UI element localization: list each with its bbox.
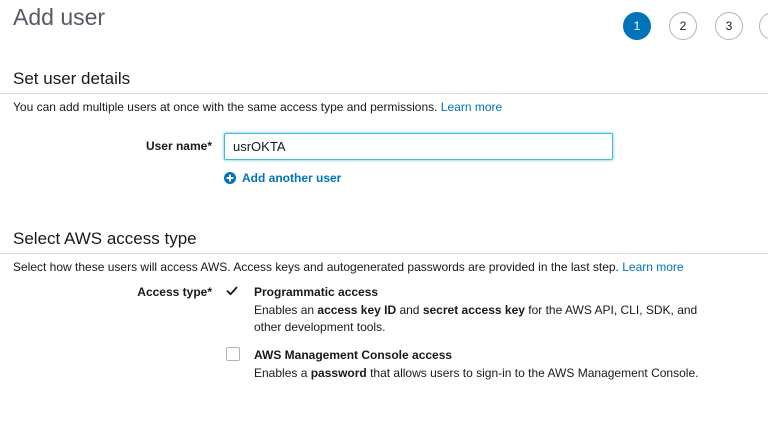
desc-text: that allows users to sign-in to the AWS … — [366, 366, 699, 380]
user-name-label: User name* — [145, 139, 212, 153]
desc-bold-access-key-id: access key ID — [317, 303, 397, 317]
access-type-description: Select how these users will access AWS. … — [13, 260, 684, 274]
programmatic-access-description: Enables an access key ID and secret acce… — [254, 302, 724, 336]
console-access-checkbox[interactable] — [226, 347, 240, 361]
programmatic-access-title: Programmatic access — [254, 285, 379, 299]
section-divider — [0, 253, 768, 254]
step-3[interactable]: 3 — [715, 12, 743, 40]
user-name-input[interactable] — [224, 133, 613, 160]
programmatic-access-checkbox[interactable] — [225, 284, 239, 298]
learn-more-link-access-type[interactable]: Learn more — [622, 260, 683, 274]
access-type-description-text: Select how these users will access AWS. … — [13, 260, 619, 274]
plus-circle-icon — [224, 172, 236, 184]
checkmark-icon — [226, 286, 238, 296]
step-4-partial[interactable] — [759, 12, 768, 40]
access-type-label: Access type* — [137, 285, 212, 299]
desc-text: Enables an — [254, 303, 318, 317]
step-2[interactable]: 2 — [669, 12, 697, 40]
add-another-user-label: Add another user — [242, 171, 342, 185]
page-title: Add user — [13, 4, 106, 30]
section-title-user-details: Set user details — [13, 69, 131, 88]
console-access-title: AWS Management Console access — [254, 348, 453, 362]
desc-bold-password: password — [310, 366, 367, 380]
desc-bold-secret-access-key: secret access key — [422, 303, 525, 317]
console-access-description: Enables a password that allows users to … — [254, 365, 724, 382]
user-details-description-text: You can add multiple users at once with … — [13, 100, 438, 114]
step-1[interactable]: 1 — [623, 12, 651, 40]
desc-text: Enables a — [254, 366, 311, 380]
user-details-description: You can add multiple users at once with … — [13, 100, 502, 114]
learn-more-link-user-details[interactable]: Learn more — [441, 100, 502, 114]
add-another-user-button[interactable]: Add another user — [224, 171, 341, 185]
section-title-access-type: Select AWS access type — [13, 229, 197, 248]
desc-text: and — [396, 303, 423, 317]
section-divider — [0, 93, 768, 94]
